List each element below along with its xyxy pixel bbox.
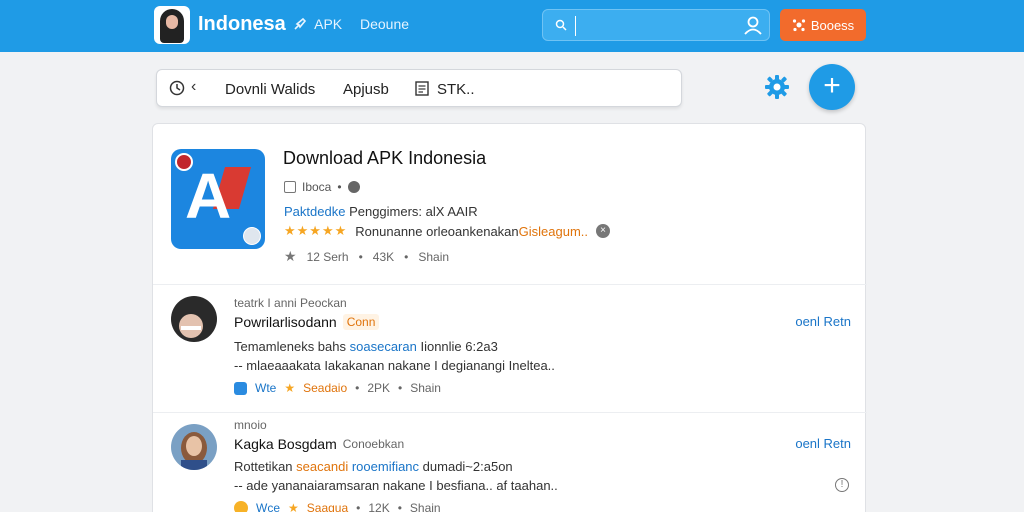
foot-separator: • — [355, 381, 360, 395]
boost-button[interactable]: Booess — [780, 9, 866, 41]
review-item: mnoio Kagka Bosgdam Conoebkan Rottetikan… — [153, 412, 867, 512]
app-title: Download APK Indonesia — [283, 148, 487, 168]
review-tag: Conoebkan — [342, 437, 405, 451]
review-line: Rottetikan seacandi rooemifianc dumadi~2… — [234, 459, 513, 474]
review-subtitle: mnoio — [234, 418, 267, 432]
nav-apk-label: APK — [314, 16, 343, 32]
review-line: Temamleneks bahs soasecaran Iionnlie 6:2… — [234, 339, 498, 354]
sparkle-icon — [792, 19, 805, 32]
review-author-name[interactable]: Powrilarlisodann — [234, 314, 337, 330]
brand-title[interactable]: Indonesa — [198, 13, 286, 36]
review-link-2[interactable]: rooemifianc — [352, 459, 419, 474]
review-footer: Wte ★ Seadaio • 2PK • Shain — [234, 381, 441, 395]
star-icon: ★ — [284, 381, 296, 395]
review-footer: Wce ★ Saagua • 12K • Shain — [234, 501, 441, 512]
rocket-icon — [294, 17, 307, 30]
developer-label: Paktdedke — [284, 204, 346, 219]
review-author: Kagka Bosgdam Conoebkan — [234, 436, 404, 452]
avatar-image — [171, 424, 217, 470]
review-foot-3: 2PK — [367, 381, 391, 395]
chevron-left-icon[interactable]: ‹ — [191, 78, 196, 96]
foot-separator: • — [356, 501, 361, 512]
rating-text: Ronunanne orleoankenakan — [355, 223, 519, 239]
verified-icon — [243, 227, 261, 245]
developer-text: Penggimers: alX AAIR — [349, 204, 478, 219]
review-foot-1[interactable]: Wce — [256, 501, 280, 512]
review-date: Iionnlie 6:2a3 — [420, 339, 498, 354]
add-button[interactable]: + — [809, 64, 855, 110]
review-foot-3: 12K — [368, 501, 390, 512]
stat-separator: • — [404, 249, 409, 264]
avatar-face — [166, 15, 178, 29]
stat-share[interactable]: Shain — [418, 250, 449, 264]
gear-icon[interactable] — [764, 74, 790, 100]
stat-downloads: 43K — [372, 249, 395, 264]
user-icon[interactable] — [743, 15, 763, 35]
avatar[interactable] — [171, 424, 217, 470]
review-body: -- mlaeaaakata Iakakanan nakane I degian… — [234, 358, 555, 373]
filter-toolbar: ‹ Dovnli Walids Apjusb STK.. — [156, 69, 682, 107]
app-icon[interactable]: A — [171, 149, 265, 249]
review-foot-2[interactable]: Saagua — [307, 501, 348, 512]
review-author-name[interactable]: Kagka Bosgdam — [234, 436, 337, 452]
close-icon[interactable]: × — [596, 224, 611, 238]
review-foot-4[interactable]: Shain — [410, 501, 441, 512]
stat-separator: • — [358, 249, 363, 264]
avatar-image — [171, 296, 217, 342]
app-stats: ★ 12 Serh • 43K • Shain — [284, 248, 449, 265]
search-icon — [555, 19, 567, 31]
review-subtitle: teatrk I anni Peockan — [234, 296, 347, 310]
foot-separator: • — [397, 501, 402, 512]
like-icon[interactable] — [234, 381, 247, 395]
toolbar-item-apjusb[interactable]: Apjusb — [343, 81, 389, 98]
search-input[interactable] — [575, 16, 725, 36]
review-date: dumadi~2:a5on — [422, 459, 513, 474]
rating-stars: ★★★★★ — [284, 223, 348, 238]
review-text: Temamleneks bahs — [234, 339, 346, 354]
nav-device[interactable]: Deoune — [360, 16, 409, 32]
nav-apk[interactable]: APK — [293, 16, 342, 32]
review-author: Powrilarlisodann Conn — [234, 314, 380, 330]
document-icon — [415, 81, 429, 96]
review-foot-2[interactable]: Seadaio — [303, 381, 347, 395]
stat-reviews: 12 Serh — [306, 249, 349, 264]
toolbar-item-stk[interactable]: STK.. — [437, 81, 475, 98]
review-tag: Conn — [342, 314, 380, 330]
logo-avatar[interactable] — [154, 6, 190, 44]
history-icon[interactable] — [169, 80, 185, 96]
app-developer[interactable]: Paktdedke Penggimers: alX AAIR — [284, 204, 478, 219]
category-icon — [284, 181, 296, 193]
boost-button-label: Booess — [810, 17, 855, 33]
review-link[interactable]: seacandi — [296, 459, 348, 474]
globe-icon — [347, 181, 360, 193]
emoji-icon[interactable] — [234, 501, 248, 512]
info-icon[interactable]: ! — [835, 478, 849, 492]
review-foot-1[interactable]: Wte — [255, 381, 276, 395]
avatar[interactable] — [171, 296, 217, 342]
star-icon: ★ — [284, 248, 297, 264]
review-item: teatrk I anni Peockan Powrilarlisodann C… — [153, 284, 867, 404]
search-box[interactable] — [542, 9, 770, 41]
review-link[interactable]: soasecaran — [350, 339, 417, 354]
toolbar-item-downloads[interactable]: Dovnli Walids — [225, 81, 315, 98]
review-body: -- ade yananaiaramsaran nakane I besfian… — [234, 478, 558, 493]
review-text: Rottetikan — [234, 459, 293, 474]
review-action-link[interactable]: oenl Retn — [795, 436, 851, 451]
star-icon: ★ — [288, 501, 299, 512]
review-action-link[interactable]: oenl Retn — [795, 314, 851, 329]
app-icon-letter: A — [185, 160, 232, 232]
app-meta: Iboca • — [284, 180, 360, 194]
top-bar: Indonesa APK Deoune Booess — [0, 0, 1024, 52]
meta-separator: • — [337, 180, 342, 194]
app-card: A Download APK Indonesia Iboca • Paktded… — [152, 123, 867, 512]
foot-separator: • — [398, 381, 403, 395]
app-meta-label: Iboca — [302, 180, 332, 194]
notification-badge-icon — [175, 153, 193, 171]
review-foot-4[interactable]: Shain — [410, 381, 441, 395]
app-rating: ★★★★★ Ronunanne orleoankenakan Gisleagum… — [284, 223, 611, 239]
rating-link[interactable]: Gisleagum.. — [519, 224, 588, 239]
